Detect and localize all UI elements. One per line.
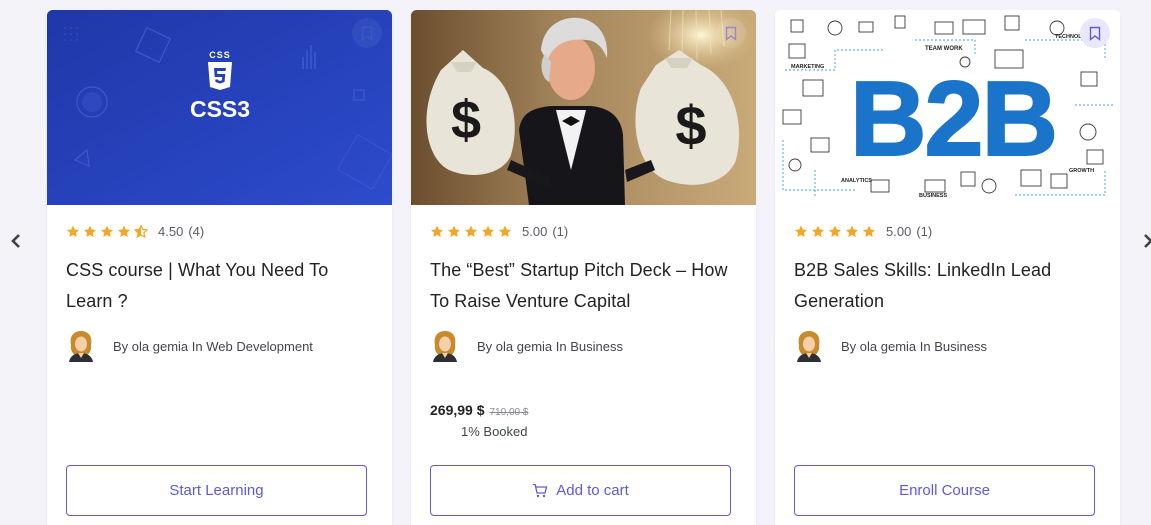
- bookmark-icon: [361, 26, 373, 41]
- star-icon: [117, 225, 131, 237]
- course-card[interactable]: CSS CSS3 4.50 (4) CSS course | What You …: [47, 10, 392, 525]
- rating-value: 4.50: [158, 223, 184, 239]
- rating-count: (1): [552, 223, 569, 239]
- avatar-icon: [433, 331, 457, 362]
- wishlist-button[interactable]: [716, 18, 746, 48]
- money-bags-photo: $ $: [411, 10, 756, 205]
- b2b-label-marketing: MARKETING: [791, 64, 824, 70]
- star-icon: [828, 225, 842, 237]
- star-icon: [100, 225, 114, 237]
- course-rating: 5.00 (1): [794, 223, 1101, 239]
- course-author: By ola gemia In Business: [794, 330, 1101, 362]
- enroll-course-button[interactable]: Enroll Course: [794, 465, 1095, 516]
- course-rating: 4.50 (4): [66, 223, 373, 239]
- star-icon: [430, 225, 444, 237]
- carousel-prev-button[interactable]: [8, 231, 24, 251]
- author-text: By ola gemia In Business: [841, 338, 987, 354]
- original-price: 710,00 $: [489, 407, 529, 418]
- star-icon: [794, 225, 808, 237]
- b2b-thumbnail-illustration: TEAM WORK TECHNOLOGY MARKETING ANALYTICS…: [775, 10, 1120, 205]
- cart-icon: [533, 483, 548, 498]
- course-author: By ola gemia In Business: [430, 330, 737, 362]
- star-icon: [83, 225, 97, 237]
- wishlist-button[interactable]: [352, 18, 382, 48]
- author-text: By ola gemia In Web Development: [113, 338, 313, 354]
- course-author: By ola gemia In Web Development: [66, 330, 373, 362]
- wishlist-button[interactable]: [1080, 18, 1110, 48]
- star-icon: [811, 225, 825, 237]
- rating-count: (1): [916, 223, 933, 239]
- course-thumbnail[interactable]: TEAM WORK TECHNOLOGY MARKETING ANALYTICS…: [775, 10, 1120, 205]
- course-thumbnail[interactable]: $ $: [411, 10, 756, 205]
- css3-logo: CSS CSS3: [180, 50, 260, 123]
- css3-shield-icon: [208, 62, 232, 90]
- star-icon: [862, 225, 876, 237]
- start-learning-button[interactable]: Start Learning: [66, 465, 367, 516]
- course-title[interactable]: The “Best” Startup Pitch Deck – How To R…: [430, 255, 737, 317]
- star-icon: [845, 225, 859, 237]
- rating-value: 5.00: [886, 223, 912, 239]
- course-thumbnail[interactable]: CSS CSS3: [47, 10, 392, 205]
- chevron-right-icon: [1144, 234, 1151, 248]
- chevron-left-icon: [11, 234, 20, 248]
- cta-label: Enroll Course: [899, 482, 990, 499]
- rating-count: (4): [188, 223, 205, 239]
- avatar: [794, 330, 824, 362]
- course-title[interactable]: B2B Sales Skills: LinkedIn Lead Generati…: [794, 255, 1101, 317]
- star-icon: [447, 225, 461, 237]
- avatar: [66, 330, 96, 362]
- css-badge-text: CSS: [209, 50, 231, 60]
- current-price: 269,99 $: [430, 402, 485, 418]
- avatar: [430, 330, 460, 362]
- cta-label: Start Learning: [169, 482, 264, 499]
- svg-text:$: $: [675, 94, 706, 157]
- carousel-next-button[interactable]: [1140, 231, 1151, 251]
- price-block: 269,99 $ 710,00 $ 1% Booked: [430, 402, 528, 439]
- star-icon: [481, 225, 495, 237]
- star-half-icon: [134, 224, 148, 238]
- cta-label: Add to cart: [556, 482, 629, 499]
- course-title[interactable]: CSS course | What You Need To Learn ?: [66, 255, 373, 317]
- booked-status: 1% Booked: [461, 424, 528, 439]
- star-icon: [66, 225, 80, 237]
- rating-stars: [66, 224, 148, 238]
- add-to-cart-button[interactable]: Add to cart: [430, 465, 731, 516]
- svg-text:$: $: [451, 90, 481, 150]
- star-icon: [498, 225, 512, 237]
- b2b-label-analytics: ANALYTICS: [841, 178, 872, 184]
- course-rating: 5.00 (1): [430, 223, 737, 239]
- bookmark-icon: [725, 26, 737, 41]
- course-card[interactable]: TEAM WORK TECHNOLOGY MARKETING ANALYTICS…: [775, 10, 1120, 525]
- rating-value: 5.00: [522, 223, 548, 239]
- b2b-label-growth: GROWTH: [1069, 168, 1094, 174]
- b2b-headline: B2B: [850, 60, 1056, 178]
- css3-logo-text: CSS3: [189, 96, 251, 122]
- bookmark-icon: [1089, 26, 1101, 41]
- author-text: By ola gemia In Business: [477, 338, 623, 354]
- rating-stars: [430, 225, 512, 238]
- rating-stars: [794, 225, 876, 238]
- course-card[interactable]: $ $ 5.00 (1) The “Best” Startup Pitch De…: [411, 10, 756, 525]
- star-icon: [464, 225, 478, 237]
- avatar-icon: [69, 331, 93, 362]
- b2b-label-teamwork: TEAM WORK: [925, 46, 963, 52]
- avatar-icon: [797, 331, 821, 362]
- b2b-label-business: BUSINESS: [919, 193, 947, 199]
